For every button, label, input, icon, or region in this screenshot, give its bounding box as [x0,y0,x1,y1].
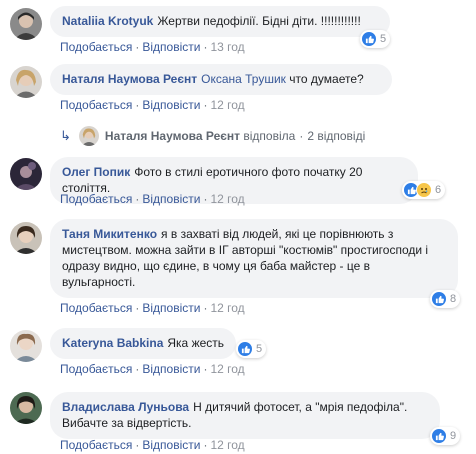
like-link[interactable]: Подобається [60,98,132,112]
reaction-summary[interactable]: 9 [430,427,461,445]
avatar[interactable] [10,66,42,98]
reaction-count: 8 [450,293,457,305]
comment-bubble: Nataliia Krotyuk Жертви педофілії. Бідні … [50,6,390,37]
mention-link[interactable]: Оксана Трушик [201,72,286,86]
comment-author[interactable]: Kateryna Babkina [62,336,163,350]
like-icon [431,428,447,444]
reply-action: відповіла [243,129,296,143]
like-link[interactable]: Подобається [60,192,132,206]
timestamp[interactable]: 12 год [210,301,244,315]
timestamp[interactable]: 12 год [210,192,244,206]
separator: · [135,362,140,376]
separator: · [135,40,140,54]
comment-author[interactable]: Владислава Луньова [62,400,189,414]
comment-actions: Подобається · Відповісти · 12 год [60,362,245,376]
separator: · [135,438,140,452]
reaction-count: 9 [450,430,457,442]
comment-actions: Подобається · Відповісти · 12 год [60,192,245,206]
avatar[interactable] [10,222,42,254]
reaction-count: 6 [435,184,442,196]
reaction-count: 5 [380,33,387,45]
separator: · [135,192,140,206]
reaction-summary[interactable]: 6 [402,181,446,199]
comment-text: Яка жесть [167,336,225,350]
like-link[interactable]: Подобається [60,362,132,376]
avatar[interactable] [10,330,42,362]
comment-actions: Подобається · Відповісти · 12 год [60,438,245,452]
comment-bubble: Владислава Луньова Н дитячий фотосет, а "… [50,392,440,439]
reaction-summary[interactable]: 8 [430,290,461,308]
reply-count: 2 відповіді [307,129,366,143]
separator: · [135,301,140,315]
reply-link[interactable]: Відповісти [142,301,200,315]
reaction-count: 5 [256,343,263,355]
like-icon [361,31,377,47]
reply-link[interactable]: Відповісти [142,362,200,376]
separator: · [203,98,208,112]
like-link[interactable]: Подобається [60,301,132,315]
separator: · [203,438,208,452]
comment-bubble: Kateryna Babkina Яка жесть [50,328,236,359]
reply-arrow-icon: ↳ [60,128,71,143]
timestamp[interactable]: 13 год [210,40,244,54]
avatar [78,126,99,146]
timestamp[interactable]: 12 год [210,362,244,376]
like-icon [431,291,447,307]
reply-link[interactable]: Відповісти [142,40,200,54]
comment-author[interactable]: Наталя Наумова Реєнт [62,72,197,86]
comment-bubble: Наталя Наумова Реєнт Оксана Трушик что ду… [50,64,392,95]
replies-summary[interactable]: ↳ Наталя Наумова Реєнт відповіла · 2 відпо… [60,126,365,146]
comment-author[interactable]: Олег Попик [62,165,130,179]
comment-text: Жертви педофілії. Бідні діти. !!!!!!!!!!… [157,14,361,28]
avatar[interactable] [10,392,42,424]
separator: · [203,192,208,206]
comment-actions: Подобається · Відповісти · 12 год [60,98,245,112]
comment-text: что думаете? [289,72,364,86]
avatar[interactable] [10,8,42,40]
reply-link[interactable]: Відповісти [142,192,200,206]
like-link[interactable]: Подобається [60,438,132,452]
separator: · [203,362,208,376]
reply-link[interactable]: Відповісти [142,98,200,112]
avatar[interactable] [10,158,42,190]
comment-author[interactable]: Nataliia Krotyuk [62,14,153,28]
separator: · [203,301,208,315]
reply-link[interactable]: Відповісти [142,438,200,452]
comment-bubble: Таня Микитенко я в захваті від людей, які… [50,219,458,298]
separator: · [299,129,304,143]
sad-icon [416,182,432,198]
comment-actions: Подобається · Відповісти · 12 год [60,301,245,315]
timestamp[interactable]: 12 год [210,438,244,452]
like-link[interactable]: Подобається [60,40,132,54]
comment-author[interactable]: Таня Микитенко [62,227,157,241]
reaction-summary[interactable]: 5 [360,30,391,48]
reaction-summary[interactable]: 5 [236,340,267,358]
separator: · [203,40,208,54]
reply-author: Наталя Наумова Реєнт [104,129,241,143]
like-icon [237,341,253,357]
timestamp[interactable]: 12 год [210,98,244,112]
comment-actions: Подобається · Відповісти · 13 год [60,40,245,54]
separator: · [135,98,140,112]
